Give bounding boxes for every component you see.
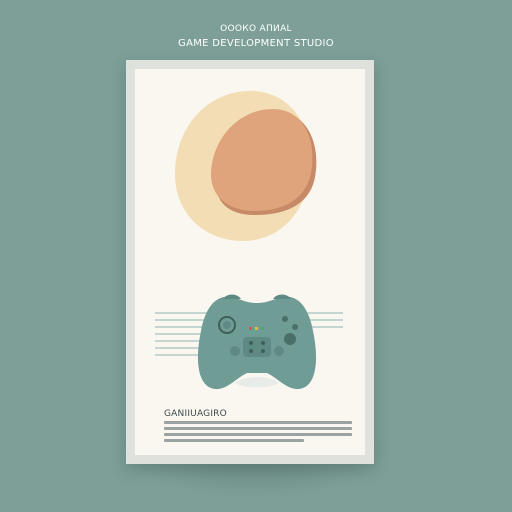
caption-line — [164, 421, 352, 424]
gamepad-icon — [197, 294, 317, 390]
studio-title: GAME DEVELOPMENT STUDIO — [178, 38, 334, 49]
caption-line — [164, 433, 352, 436]
poster-card: GANIIUAGIRO — [126, 60, 374, 464]
poster-artwork — [155, 90, 343, 390]
caption-line — [164, 427, 352, 430]
caption-line — [164, 439, 304, 442]
poster-paper: GANIIUAGIRO — [135, 69, 365, 455]
studio-subtitle: ОООКО АПИАL — [220, 24, 292, 34]
caption-body — [164, 421, 352, 445]
caption-title: GANIIUAGIRO — [164, 409, 227, 419]
